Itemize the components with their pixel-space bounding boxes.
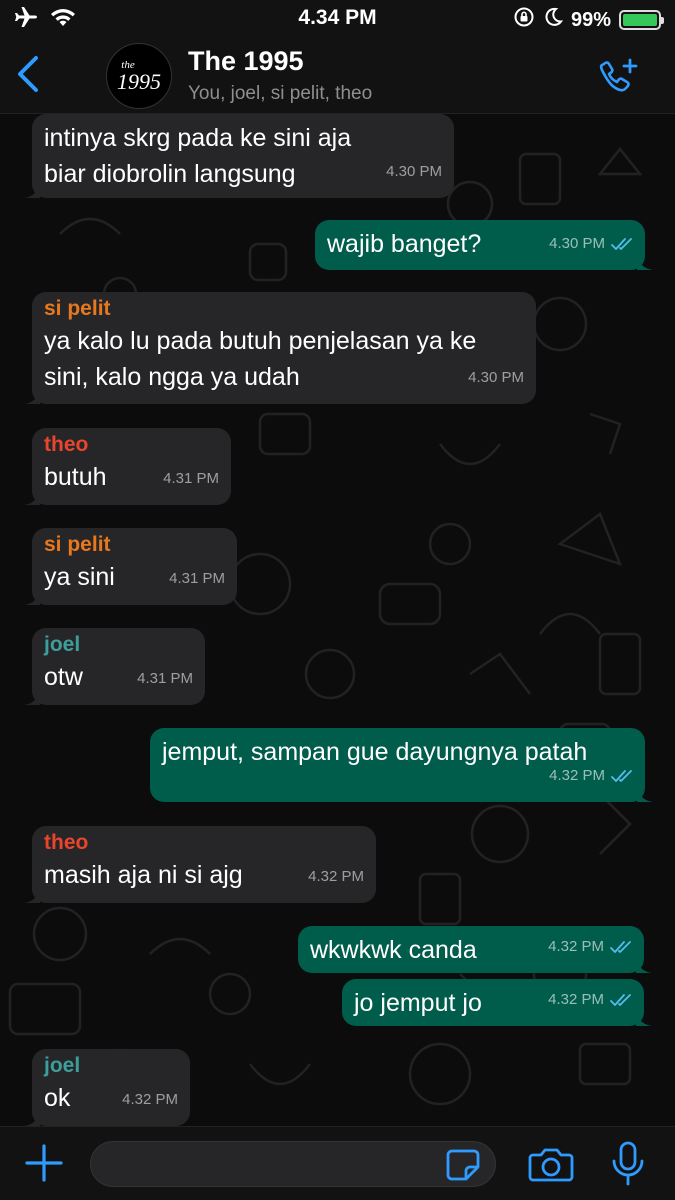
camera-button[interactable] xyxy=(528,1147,574,1183)
composer-bar xyxy=(0,1126,675,1200)
message-sender[interactable]: joel xyxy=(44,631,193,659)
outgoing-message[interactable]: jemput, sampan gue dayungnya patah 4.32 P… xyxy=(150,728,653,802)
status-bar: 4.34 PM 99% xyxy=(0,0,675,36)
sticker-icon xyxy=(446,1149,480,1181)
message-text: intinya skrg pada ke sini aja biar diobr… xyxy=(44,124,352,188)
message-meta: 4.32 PM xyxy=(549,758,633,794)
camera-icon xyxy=(528,1148,574,1182)
group-members[interactable]: You, joel, si pelit, theo xyxy=(188,83,372,105)
incoming-message[interactable]: joel otw 4.31 PM xyxy=(24,628,205,705)
chat-header: the 1995 The 1995 You, joel, si pelit, t… xyxy=(0,36,675,114)
message-time: 4.30 PM xyxy=(468,369,524,386)
incoming-message[interactable]: joel ok 4.32 PM xyxy=(24,1049,190,1126)
message-time: 4.32 PM xyxy=(308,868,364,885)
outgoing-message[interactable]: wajib banget? 4.30 PM xyxy=(315,220,653,270)
incoming-message[interactable]: theo butuh 4.31 PM xyxy=(24,428,231,505)
group-name[interactable]: The 1995 xyxy=(188,46,304,77)
incoming-message[interactable]: theo masih aja ni si ajg 4.32 PM xyxy=(24,826,376,903)
message-meta: 4.32 PM xyxy=(548,929,632,965)
bubble-tail xyxy=(637,786,653,802)
microphone-button[interactable] xyxy=(610,1141,646,1187)
message-time: 4.32 PM xyxy=(549,767,605,784)
message-time: 4.31 PM xyxy=(169,570,225,587)
chat-area[interactable]: intinya skrg pada ke sini aja biar diobr… xyxy=(0,114,675,1126)
bubble-tail xyxy=(24,388,40,404)
microphone-icon xyxy=(612,1141,644,1186)
double-check-icon xyxy=(611,238,632,250)
bubble-tail xyxy=(636,957,652,973)
bubble-tail xyxy=(24,689,40,705)
message-sender[interactable]: theo xyxy=(44,431,219,459)
message-meta: 4.32 PM xyxy=(308,859,364,895)
outgoing-message[interactable]: jo jemput jo 4.32 PM xyxy=(342,979,652,1026)
message-sender[interactable]: si pelit xyxy=(44,531,225,559)
message-meta: 4.31 PM xyxy=(137,661,193,697)
status-right-icons: 99% xyxy=(513,6,664,34)
chevron-left-icon xyxy=(18,56,38,92)
message-meta: 4.30 PM xyxy=(386,154,442,190)
incoming-message[interactable]: intinya skrg pada ke sini aja biar diobr… xyxy=(24,114,454,198)
avatar[interactable]: the 1995 xyxy=(106,43,172,109)
add-call-button[interactable] xyxy=(597,56,641,96)
message-input[interactable] xyxy=(90,1141,496,1187)
bubble-tail xyxy=(24,887,40,903)
incoming-message[interactable]: si pelit ya kalo lu pada butuh penjelasan… xyxy=(24,292,536,404)
message-sender[interactable]: si pelit xyxy=(44,295,524,323)
message-time: 4.32 PM xyxy=(122,1091,178,1108)
bubble-tail xyxy=(636,1010,652,1026)
double-check-icon xyxy=(610,941,631,953)
outgoing-message[interactable]: wkwkwk canda 4.32 PM xyxy=(298,926,652,973)
phone-plus-icon xyxy=(599,58,638,92)
bubble-tail xyxy=(637,254,653,270)
message-time: 4.32 PM xyxy=(548,938,604,955)
message-time: 4.32 PM xyxy=(548,991,604,1008)
message-meta: 4.30 PM xyxy=(549,226,633,262)
battery-percent: 99% xyxy=(570,8,611,31)
incoming-message[interactable]: si pelit ya sini 4.31 PM xyxy=(24,528,237,605)
avatar-text-big: 1995 xyxy=(117,68,161,94)
message-meta: 4.32 PM xyxy=(122,1082,178,1118)
message-meta: 4.30 PM xyxy=(468,360,524,396)
message-meta: 4.32 PM xyxy=(548,982,632,1018)
message-time: 4.30 PM xyxy=(386,163,442,180)
battery-charging-icon xyxy=(619,10,664,30)
message-text: ya kalo lu pada butuh penjelasan ya ke s… xyxy=(44,327,477,391)
message-time: 4.31 PM xyxy=(163,470,219,487)
message-sender[interactable]: joel xyxy=(44,1052,178,1080)
double-check-icon xyxy=(610,994,631,1006)
message-meta: 4.31 PM xyxy=(163,461,219,497)
attach-button[interactable] xyxy=(24,1143,64,1183)
back-button[interactable] xyxy=(12,54,46,94)
message-time: 4.30 PM xyxy=(549,235,605,252)
bubble-tail xyxy=(24,589,40,605)
message-sender[interactable]: theo xyxy=(44,829,364,857)
message-meta: 4.31 PM xyxy=(169,561,225,597)
double-check-icon xyxy=(611,770,632,782)
rotation-lock-icon xyxy=(513,6,535,34)
battery-level xyxy=(623,14,657,26)
bubble-tail xyxy=(24,489,40,505)
plus-icon xyxy=(25,1144,63,1182)
message-time: 4.31 PM xyxy=(137,670,193,687)
sticker-button[interactable] xyxy=(446,1149,480,1181)
moon-icon xyxy=(543,7,564,33)
bubble-tail xyxy=(24,182,40,198)
bubble-tail xyxy=(24,1110,40,1126)
